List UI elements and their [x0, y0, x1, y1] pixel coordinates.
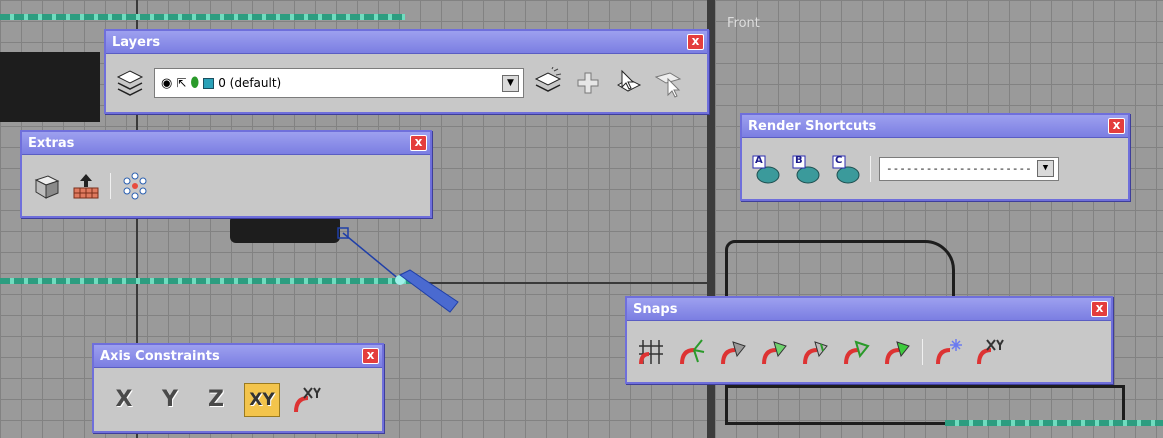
render-preset-dropdown[interactable]: ------------------------------ ▼: [879, 156, 1059, 181]
add-to-layer-icon[interactable]: [572, 67, 604, 99]
teapot-icon[interactable]: ⬮: [190, 75, 199, 91]
layer-color-swatch[interactable]: [203, 77, 215, 89]
face-snap-icon[interactable]: [881, 336, 913, 368]
endpoint-snap-icon[interactable]: [758, 336, 790, 368]
extras-title: Extras: [28, 135, 75, 151]
render-shortcuts-titlebar[interactable]: Render Shortcuts x: [742, 115, 1128, 138]
midpoint-snap-icon[interactable]: [799, 336, 831, 368]
render-shortcuts-title: Render Shortcuts: [748, 118, 877, 134]
array-up-icon[interactable]: [70, 170, 102, 202]
grid-snap-icon[interactable]: [635, 336, 667, 368]
vertex-snap-icon[interactable]: [717, 336, 749, 368]
render-preset-c-label: C: [835, 154, 843, 166]
chevron-down-icon[interactable]: ▼: [1037, 160, 1054, 177]
vehicle-wireframe: [230, 215, 340, 243]
vehicle-wireframe: [0, 52, 100, 122]
render-preset-value: ------------------------------: [886, 162, 1033, 175]
layers-toolbar: Layers x ◉ ⇱ ⬮ 0 (default) ▼: [104, 29, 709, 114]
restrict-y-button[interactable]: Y: [152, 383, 188, 417]
track-rail: [0, 14, 405, 20]
current-layer-text: 0 (default): [218, 76, 282, 90]
restrict-z-button[interactable]: Z: [198, 383, 234, 417]
render-preset-b-label: B: [795, 154, 803, 166]
layers-title: Layers: [112, 34, 161, 50]
selected-object-gizmo[interactable]: [330, 220, 470, 320]
box-icon[interactable]: [30, 170, 62, 202]
vehicle-wireframe: [725, 385, 1125, 425]
toolbar-separator: [922, 338, 923, 365]
set-current-layer-icon[interactable]: [652, 67, 684, 99]
snap-axis-constraints-icon[interactable]: [973, 336, 1005, 368]
axis-constraints-toolbar: Axis Constraints x X Y Z XY: [92, 343, 384, 433]
vehicle-wireframe: [725, 240, 955, 300]
viewport-label[interactable]: Front: [727, 16, 760, 31]
pivot-snap-icon[interactable]: [676, 336, 708, 368]
layers-close-button[interactable]: x: [687, 34, 704, 50]
snaps-toolbar: Snaps x: [625, 296, 1113, 384]
snaps-titlebar[interactable]: Snaps x: [627, 298, 1111, 321]
extras-titlebar[interactable]: Extras x: [22, 132, 430, 155]
render-shortcuts-close-button[interactable]: x: [1108, 118, 1125, 134]
render-preset-c-button[interactable]: C: [830, 153, 862, 185]
restrict-xy-plane-button[interactable]: XY: [244, 382, 280, 417]
render-preset-a-button[interactable]: A: [750, 153, 782, 185]
snapshot-array-icon[interactable]: [119, 170, 151, 202]
axis-constraints-close-button[interactable]: x: [362, 348, 379, 364]
chevron-down-icon[interactable]: ▼: [502, 74, 519, 92]
extras-toolbar: Extras x: [20, 130, 432, 218]
extras-close-button[interactable]: x: [410, 135, 427, 151]
render-shortcuts-toolbar: Render Shortcuts x A B C ---------------…: [740, 113, 1130, 201]
cursor-icon[interactable]: ⇱: [176, 76, 186, 90]
layer-dropdown[interactable]: ◉ ⇱ ⬮ 0 (default) ▼: [154, 68, 524, 98]
layers-titlebar[interactable]: Layers x: [106, 31, 707, 54]
snaps-close-button[interactable]: x: [1091, 301, 1108, 317]
axis-constraints-titlebar[interactable]: Axis Constraints x: [94, 345, 382, 368]
edge-snap-icon[interactable]: [840, 336, 872, 368]
layer-manager-icon[interactable]: [114, 67, 146, 99]
select-objects-in-layer-icon[interactable]: [612, 67, 644, 99]
track-rail: [945, 420, 1163, 426]
toolbar-separator: [110, 172, 111, 199]
render-preset-a-label: A: [755, 154, 763, 166]
eye-icon[interactable]: ◉: [161, 76, 172, 91]
toolbar-separator: [870, 155, 871, 182]
render-preset-b-button[interactable]: B: [790, 153, 822, 185]
create-new-layer-icon[interactable]: [532, 67, 564, 99]
axis-constraints-title: Axis Constraints: [100, 348, 220, 364]
restrict-x-button[interactable]: X: [106, 383, 142, 417]
snaps-title: Snaps: [633, 301, 678, 317]
axis-constraint-snap-icon[interactable]: [290, 384, 322, 416]
snap-frozen-icon[interactable]: [932, 336, 964, 368]
